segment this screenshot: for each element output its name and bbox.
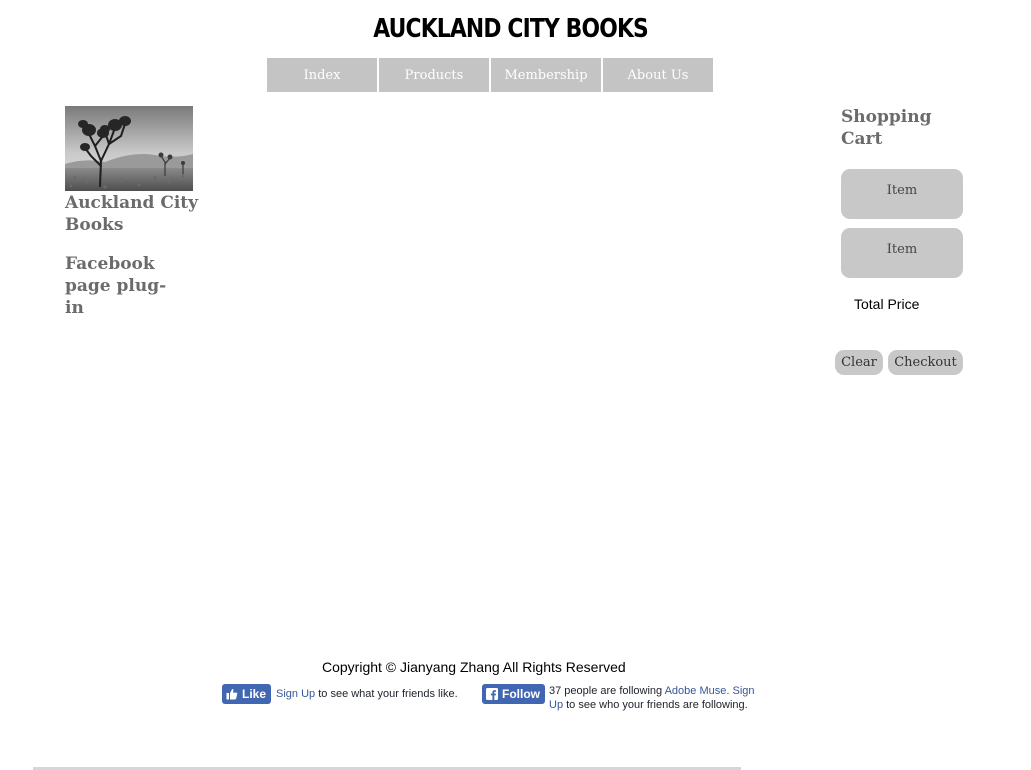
total-price-label: Total Price [854,296,920,312]
nav-item-about-us[interactable]: About Us [603,58,713,92]
checkout-button[interactable]: Checkout [888,350,963,375]
facebook-plugin-placeholder: Facebook page plug-in [65,254,167,318]
clear-button[interactable]: Clear [835,350,883,375]
follow-count-text: 37 people are following [549,685,663,697]
facebook-logo-icon [486,688,498,700]
cart-item[interactable]: Item [841,228,963,278]
site-title: AUCKLAND CITY BOOKS [373,14,649,44]
nav-item-index[interactable]: Index [267,58,377,92]
follow-widget-message: to see who your friends are following. [566,699,748,711]
nav-item-products[interactable]: Products [379,58,489,92]
like-button-label: Like [242,687,267,701]
facebook-like-widget: Like Sign Up to see what your friends li… [222,684,458,704]
like-widget-message: to see what your friends like. [318,688,458,700]
logo-image[interactable] [65,106,193,191]
joshua-tree-photo [65,106,193,191]
main-nav: Index Products Membership About Us [267,58,713,92]
facebook-like-button[interactable]: Like [222,684,272,704]
like-widget-text: Sign Up to see what your friends like. [276,688,458,700]
follow-button-label: Follow [502,687,540,701]
brand-name: Auckland City Books [65,193,199,235]
like-sign-up-link[interactable]: Sign Up [276,688,315,700]
facebook-follow-widget: Follow 37 people are following Adobe Mus… [482,684,759,712]
follow-widget-text: 37 people are following Adobe Muse. Sign… [549,684,759,712]
copyright-text: Copyright © Jianyang Zhang All Rights Re… [322,659,626,675]
nav-item-membership[interactable]: Membership [491,58,601,92]
cart-item[interactable]: Item [841,169,963,219]
follow-page-link[interactable]: Adobe Muse. [665,685,730,697]
facebook-follow-button[interactable]: Follow [482,684,545,704]
cart-title: Shopping Cart [841,107,932,149]
thumbs-up-icon [226,688,238,700]
